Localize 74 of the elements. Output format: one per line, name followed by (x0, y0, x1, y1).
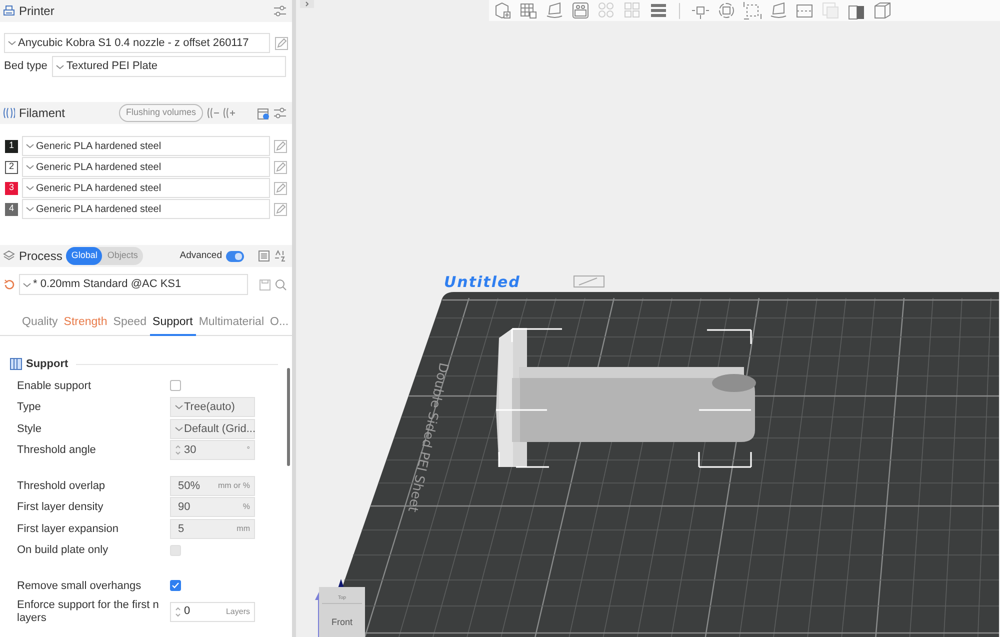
filament-dropdown[interactable]: Generic PLA hardened steel (22, 199, 270, 219)
setting-input[interactable]: 0 Layers (170, 602, 255, 622)
sync-icon[interactable] (257, 106, 270, 120)
lay-on-face-icon[interactable] (769, 1, 788, 20)
filament-dropdown[interactable]: Generic PLA hardened steel (22, 136, 270, 156)
section-title: Support (26, 356, 68, 372)
setting-label: First layer expansion (17, 522, 120, 535)
chevron-icon (26, 206, 34, 212)
plate-icon[interactable] (545, 1, 564, 20)
filament-swatch[interactable]: 2 (5, 160, 18, 174)
setting-label: Threshold angle (17, 444, 97, 456)
layers-icon[interactable] (649, 1, 668, 20)
settings-tab[interactable]: Speed (110, 314, 150, 336)
filament-icon (3, 107, 15, 119)
undo-icon[interactable] (4, 279, 15, 290)
expand-icon[interactable] (300, 0, 314, 8)
chevron-icon (26, 143, 34, 149)
chevron-icon (175, 404, 183, 410)
checkbox[interactable] (170, 580, 181, 592)
chevron-icon (26, 185, 34, 191)
add-grid-icon[interactable] (519, 1, 538, 20)
support-icon (10, 358, 22, 370)
settings-tab[interactable]: Multimaterial (196, 314, 268, 336)
process-dropdown[interactable]: * 0.20mm Standard @AC KS1 (19, 274, 248, 295)
filament-dropdown[interactable]: Generic PLA hardened steel (22, 178, 270, 198)
remove-filament-icon[interactable] (207, 107, 219, 119)
chevron-icon (23, 282, 31, 288)
add-filament-icon[interactable] (223, 107, 235, 119)
settings-tab[interactable]: Quality (19, 314, 61, 336)
flushing-volumes-button[interactable]: Flushing volumes (118, 104, 203, 122)
setting-label: First layer density (17, 501, 104, 514)
settings-icon[interactable] (274, 107, 286, 119)
setting-label: Remove small overhangs (17, 580, 142, 592)
section-title: Filament (19, 105, 66, 122)
spin-arrows-icon[interactable] (175, 606, 181, 618)
plate-name[interactable]: Untitled (444, 273, 520, 291)
filament-swatch[interactable]: 1 (5, 140, 18, 152)
scale-icon[interactable] (743, 1, 762, 20)
setting-label: Enforce support for the first n layers (17, 599, 160, 624)
printer-dropdown[interactable]: Anycubic Kobra S1 0.4 nozzle - z offset 260117 (4, 33, 270, 53)
setting-label: Type (17, 401, 42, 414)
search-icon[interactable] (275, 278, 287, 290)
settings-tab[interactable]: O... (267, 314, 292, 336)
checkbox[interactable] (170, 380, 181, 392)
scrollbar-thumb[interactable] (287, 368, 290, 466)
chevron-icon (26, 164, 34, 170)
settings-icon[interactable] (274, 5, 286, 17)
printer-icon (3, 5, 15, 17)
rotate-icon[interactable] (717, 1, 736, 20)
field-label: Bed type (4, 59, 48, 74)
setting-label: Style (17, 422, 42, 435)
view-cube-label: Front (331, 616, 352, 628)
settings-tab[interactable]: Support (150, 314, 196, 336)
setting-label: Enable support (17, 380, 92, 392)
advanced-toggle[interactable] (226, 250, 244, 262)
add-cube-icon[interactable] (493, 1, 512, 20)
chevron-icon (8, 40, 16, 46)
scope-toggle[interactable]: Global (66, 247, 102, 265)
section-title: Process (19, 248, 62, 265)
chevron-icon (56, 64, 64, 70)
setting-label: On build plate only (17, 544, 110, 556)
filament-dropdown[interactable]: Generic PLA hardened steel (22, 157, 270, 177)
filament-swatch[interactable]: 3 (5, 182, 18, 194)
bed-type-dropdown[interactable]: Textured PEI Plate (52, 56, 286, 77)
layers-icon (3, 250, 15, 262)
setting-label: Threshold overlap (17, 480, 106, 492)
list-icon[interactable] (258, 250, 270, 262)
sheet-label: Double Sided PEI Sheet (404, 361, 451, 514)
section-title: Printer (19, 3, 56, 20)
advanced-label: Advanced (180, 248, 222, 263)
filament-swatch[interactable]: 4 (5, 202, 18, 216)
layout-icon[interactable] (571, 1, 590, 20)
save-icon[interactable] (259, 278, 271, 290)
chevron-icon (175, 426, 183, 432)
